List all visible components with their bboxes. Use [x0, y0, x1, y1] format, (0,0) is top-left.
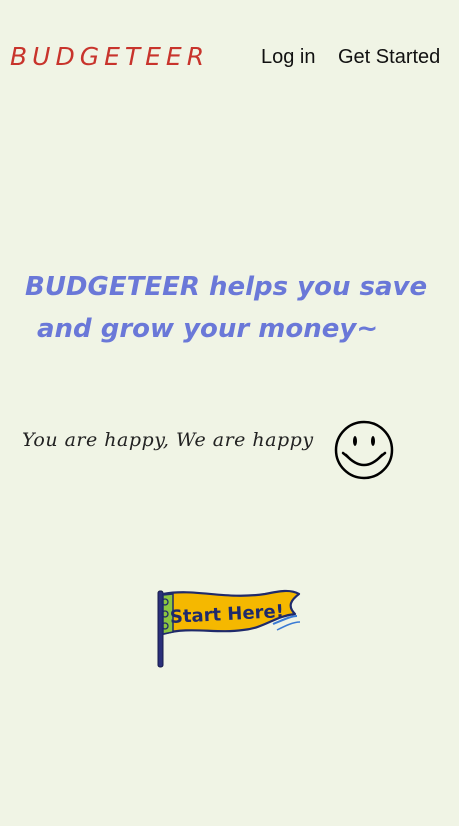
hero-tagline: You are happy, We are happy [22, 429, 314, 451]
hero-headline: BUDGETEER helps you save and grow your m… [25, 266, 445, 350]
nav-login-link[interactable]: Log in [261, 46, 316, 69]
smiley-face-icon [334, 420, 394, 480]
nav-get-started-link[interactable]: Get Started [338, 46, 440, 69]
hero-headline-line2: and grow your money~ [37, 314, 379, 344]
brand-logo[interactable]: BUDGETEER [10, 42, 209, 71]
hero-headline-line1: BUDGETEER helps you save [25, 272, 428, 302]
start-here-flag-button[interactable]: Start Here! [155, 586, 303, 670]
